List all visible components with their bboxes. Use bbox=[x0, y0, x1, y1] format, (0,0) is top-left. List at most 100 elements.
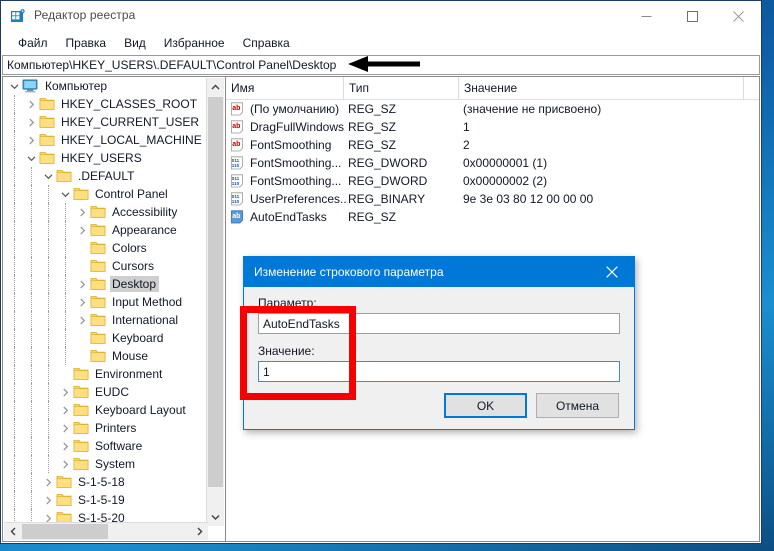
menu-item-5[interactable]: Справка bbox=[234, 34, 299, 52]
tree-item-input-method[interactable]: Input Method bbox=[3, 293, 208, 311]
tree-item-accessibility[interactable]: Accessibility bbox=[3, 203, 208, 221]
tree-scroll-right-button[interactable] bbox=[190, 523, 208, 540]
value-name: UserPreferences... bbox=[250, 192, 348, 206]
menu-item-2[interactable]: Правка bbox=[57, 34, 116, 52]
tree-item-[interactable]: Компьютер bbox=[3, 77, 208, 95]
tree-guide-line bbox=[65, 221, 67, 239]
chevron-right-icon[interactable] bbox=[75, 275, 90, 293]
tree-horizontal-scroll-thumb[interactable] bbox=[22, 524, 108, 539]
tree-item-keyboard[interactable]: Keyboard bbox=[3, 329, 208, 347]
tree-guide-line bbox=[65, 239, 67, 257]
close-button[interactable] bbox=[715, 1, 761, 31]
tree-item-label: HKEY_CURRENT_USER bbox=[61, 115, 200, 129]
chevron-right-icon[interactable] bbox=[41, 473, 56, 491]
tree-guide-line bbox=[48, 383, 50, 401]
tree-vertical-scroll-thumb[interactable] bbox=[208, 97, 223, 487]
value-name: (По умолчанию) bbox=[250, 102, 340, 116]
tree-guide-line bbox=[65, 275, 67, 293]
tree-item-software[interactable]: Software bbox=[3, 437, 208, 455]
column-header-type[interactable]: Тип bbox=[344, 77, 459, 99]
address-bar[interactable]: Компьютер\HKEY_USERS\.DEFAULT\Control Pa… bbox=[2, 55, 760, 75]
minimize-button[interactable] bbox=[623, 1, 669, 31]
tree-horizontal-scrollbar[interactable] bbox=[4, 522, 208, 540]
tree-item-hkey-users[interactable]: HKEY_USERS bbox=[3, 149, 208, 167]
registry-tree-pane: Компьютер HKEY_CLASSES_ROOT HKEY_CURRENT_U… bbox=[2, 76, 225, 542]
value-row[interactable]: 011 110 FontSmoothing... REG_DWORD 0x0000000… bbox=[226, 154, 759, 172]
tree-item-colors[interactable]: Colors bbox=[3, 239, 208, 257]
tree-guide-line bbox=[48, 365, 50, 383]
value-row[interactable]: 011 110 UserPreferences... REG_BINARY 9e 3e … bbox=[226, 190, 759, 208]
dialog-titlebar[interactable]: Изменение строкового параметра bbox=[244, 257, 634, 287]
dialog-title: Изменение строкового параметра bbox=[254, 265, 444, 279]
menu-item-3[interactable]: Вид bbox=[115, 34, 155, 52]
svg-text:110: 110 bbox=[232, 181, 240, 186]
menu-item-1[interactable]: Файл bbox=[9, 34, 57, 52]
tree-item-label: Colors bbox=[112, 241, 147, 255]
param-name-input[interactable] bbox=[258, 313, 620, 334]
menu-item-4[interactable]: Избранное bbox=[155, 34, 234, 52]
maximize-button[interactable] bbox=[669, 1, 715, 31]
dialog-close-icon[interactable] bbox=[590, 257, 634, 287]
tree-item-keyboard-layout[interactable]: Keyboard Layout bbox=[3, 401, 208, 419]
chevron-down-icon[interactable] bbox=[24, 149, 39, 167]
tree-item-hkey-current-user[interactable]: HKEY_CURRENT_USER bbox=[3, 113, 208, 131]
tree-scroll-left-button[interactable] bbox=[4, 523, 22, 540]
tree-item-appearance[interactable]: Appearance bbox=[3, 221, 208, 239]
tree-scroll-up-button[interactable] bbox=[207, 78, 224, 96]
tree-item-label: Cursors bbox=[112, 259, 155, 273]
tree-guide-line bbox=[14, 365, 16, 383]
chevron-right-icon[interactable] bbox=[58, 383, 73, 401]
chevron-right-icon[interactable] bbox=[75, 293, 90, 311]
chevron-right-icon[interactable] bbox=[24, 95, 39, 113]
tree-item-desktop[interactable]: Desktop bbox=[3, 275, 208, 293]
chevron-right-icon[interactable] bbox=[58, 419, 73, 437]
chevron-right-icon[interactable] bbox=[58, 401, 73, 419]
chevron-right-icon[interactable] bbox=[41, 491, 56, 509]
tree-item-control-panel[interactable]: Control Panel bbox=[3, 185, 208, 203]
chevron-right-icon[interactable] bbox=[58, 437, 73, 455]
chevron-down-icon[interactable] bbox=[7, 77, 22, 95]
tree-item-s-1-5-18[interactable]: S-1-5-18 bbox=[3, 473, 208, 491]
chevron-right-icon[interactable] bbox=[75, 311, 90, 329]
chevron-right-icon[interactable] bbox=[58, 455, 73, 473]
chevron-right-icon[interactable] bbox=[75, 203, 90, 221]
tree-item-s-1-5-19[interactable]: S-1-5-19 bbox=[3, 491, 208, 509]
tree-item-environment[interactable]: Environment bbox=[3, 365, 208, 383]
tree-item-system[interactable]: System bbox=[3, 455, 208, 473]
tree-item-hkey-local-machine[interactable]: HKEY_LOCAL_MACHINE bbox=[3, 131, 208, 149]
value-row[interactable]: 011 110 FontSmoothing... REG_DWORD 0x0000000… bbox=[226, 172, 759, 190]
chevron-right-icon[interactable] bbox=[75, 221, 90, 239]
value-row[interactable]: ab AutoEndTasks REG_SZ bbox=[226, 208, 759, 226]
tree-item-eudc[interactable]: EUDC bbox=[3, 383, 208, 401]
column-header-value[interactable]: Значение bbox=[459, 77, 744, 99]
value-row[interactable]: ab DragFullWindows REG_SZ 1 bbox=[226, 118, 759, 136]
tree-vertical-scrollbar[interactable] bbox=[206, 78, 224, 526]
tree-guide-line bbox=[48, 329, 50, 347]
tree-item-printers[interactable]: Printers bbox=[3, 419, 208, 437]
value-data: 0x00000001 (1) bbox=[463, 156, 548, 170]
tree-guide-line bbox=[14, 437, 16, 455]
values-list: ab (По умолчанию) REG_SZ (значение не присв… bbox=[226, 100, 759, 226]
tree-guide-line bbox=[31, 185, 33, 203]
tree-item-mouse[interactable]: Mouse bbox=[3, 347, 208, 365]
chevron-right-icon[interactable] bbox=[24, 113, 39, 131]
cancel-button[interactable]: Отмена bbox=[536, 393, 619, 418]
chevron-down-icon[interactable] bbox=[41, 167, 56, 185]
chevron-down-icon[interactable] bbox=[58, 185, 73, 203]
tree-item-international[interactable]: International bbox=[3, 311, 208, 329]
tree-scroll-down-button[interactable] bbox=[207, 508, 224, 526]
tree-item-hkey-classes-root[interactable]: HKEY_CLASSES_ROOT bbox=[3, 95, 208, 113]
tree-item-label: Keyboard bbox=[112, 331, 164, 345]
column-header-name[interactable]: Имя bbox=[226, 77, 344, 99]
tree-item-label: Input Method bbox=[112, 295, 183, 309]
tree-guide-line bbox=[31, 455, 33, 473]
tree-item-default[interactable]: .DEFAULT bbox=[3, 167, 208, 185]
value-row[interactable]: ab FontSmoothing REG_SZ 2 bbox=[226, 136, 759, 154]
window-titlebar[interactable]: Редактор реестра bbox=[1, 1, 761, 31]
param-value-input[interactable] bbox=[258, 361, 620, 382]
chevron-right-icon[interactable] bbox=[24, 131, 39, 149]
ok-button[interactable]: OK bbox=[444, 393, 527, 418]
value-row[interactable]: ab (По умолчанию) REG_SZ (значение не присв… bbox=[226, 100, 759, 118]
tree-item-cursors[interactable]: Cursors bbox=[3, 257, 208, 275]
